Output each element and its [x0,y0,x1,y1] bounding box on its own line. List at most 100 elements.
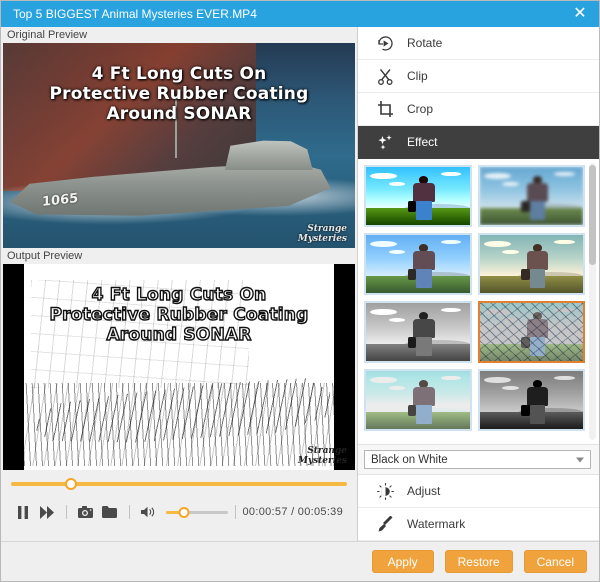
tool-item-label: Rotate [407,36,442,50]
effect-grid [358,159,599,437]
close-icon[interactable]: ✕ [569,3,591,25]
effect-thumbnail-gray[interactable] [364,301,472,363]
person-figure [525,176,550,219]
effect-thumbnail-blur[interactable] [478,165,586,227]
bag [521,269,529,280]
bag [408,337,416,348]
effect-thumbnail-bright[interactable] [364,369,472,431]
tool-item-adjust[interactable]: Adjust [358,475,599,508]
original-preview-video[interactable]: 1065 4 Ft Long Cuts On Protective Rubber… [3,43,355,248]
cloud-icon [484,173,511,179]
camera-icon[interactable] [74,501,98,523]
channel-watermark: Strange Mysteries [298,225,347,244]
transport-controls: 00:00:57 / 00:05:39 [1,470,357,541]
effect-preset-row: Black on White [358,445,599,475]
tool-panel: Rotate Clip Crop Effect [357,27,599,541]
effects-scrollbar[interactable] [589,163,596,440]
torso [527,387,549,406]
effect-thumbnail-image [480,371,584,429]
preview-column: Original Preview 1065 4 Ft Long Cuts On … [1,27,357,541]
legs [416,405,432,424]
rotate-icon [372,35,398,52]
torso [413,319,435,338]
bag [521,405,529,416]
effect-thumbnail-contrast[interactable] [478,369,586,431]
cloud-icon [389,318,406,322]
cloud-icon [554,172,575,177]
torso [527,183,549,202]
output-preview-label: Output Preview [1,248,357,264]
effect-thumbnail-warm[interactable] [478,233,586,295]
tool-item-label: Watermark [407,517,465,531]
effect-preset-value: Black on White [371,454,448,466]
person-figure [412,380,437,423]
cloud-icon [484,241,511,247]
legs [530,405,546,424]
original-preview-label: Original Preview [1,27,357,43]
scissors-icon [372,68,398,85]
output-channel-watermark: Strange Mysteries [298,447,347,466]
volume-thumb[interactable] [179,507,190,518]
playback-button-row: 00:00:57 / 00:05:39 [11,501,347,523]
caption-line-2: Protective Rubber Coating [3,84,355,104]
window-title: Top 5 BIGGEST Animal Mysteries EVER.MP4 [13,7,569,21]
tool-item-watermark[interactable]: Watermark [358,508,599,541]
speaker-icon[interactable] [137,501,161,523]
bag [408,405,416,416]
brightness-icon [372,483,398,500]
video-editor-window: Top 5 BIGGEST Animal Mysteries EVER.MP4 … [0,0,600,582]
effect-thumbnail-image [366,235,470,293]
seek-thumb[interactable] [65,478,77,490]
restore-button[interactable]: Restore [445,550,513,573]
output-caption-line-1: 4 Ft Long Cuts On [3,285,355,305]
tool-item-clip[interactable]: Clip [358,60,599,93]
seek-slider[interactable] [11,476,347,492]
divider [129,505,130,519]
watermark-line-2: Mysteries [298,235,347,244]
caption-line-3: Around SONAR [3,104,355,124]
output-preview-video[interactable]: 4 Ft Long Cuts On Protective Rubber Coat… [3,264,355,470]
effect-thumbnail-image [366,167,470,225]
cancel-button[interactable]: Cancel [524,550,587,573]
effect-thumbnail-sketch[interactable] [478,301,586,363]
person-figure [525,380,550,423]
tool-item-effect[interactable]: Effect [358,126,599,159]
cloud-icon [389,182,406,186]
output-caption-line-2: Protective Rubber Coating [3,305,355,325]
chevron-down-icon [576,457,584,462]
legs [530,269,546,288]
output-watermark-line-2: Mysteries [298,457,347,466]
caption-line-1: 4 Ft Long Cuts On [3,64,355,84]
tool-item-label: Crop [407,102,433,116]
cloud-icon [554,240,575,245]
brush-icon [372,516,398,533]
tool-item-crop[interactable]: Crop [358,93,599,126]
effect-thumbnail-image [366,371,470,429]
person-figure [412,244,437,287]
tool-item-label: Effect [407,135,437,149]
crop-icon [372,101,398,118]
cloud-icon [502,386,519,390]
legs [416,201,432,220]
effect-thumbnail-vivid[interactable] [364,233,472,295]
effect-thumbnail-image [366,303,470,361]
pause-icon[interactable] [11,501,35,523]
bag [408,269,416,280]
cloud-icon [389,386,406,390]
sketch-overlay [480,303,584,361]
tool-item-label: Adjust [407,484,440,498]
fast-forward-icon[interactable] [35,501,59,523]
effects-scrollbar-thumb[interactable] [589,165,596,265]
effect-preset-select[interactable]: Black on White [364,450,591,469]
bag [521,201,529,212]
torso [413,251,435,270]
volume-slider[interactable] [166,505,228,519]
person-figure [412,312,437,355]
tool-item-label: Clip [407,69,428,83]
tool-item-rotate[interactable]: Rotate [358,27,599,60]
apply-button[interactable]: Apply [372,550,434,573]
folder-icon[interactable] [98,501,122,523]
cloud-icon [389,250,406,254]
torso [413,183,435,202]
effect-thumbnail-original[interactable] [364,165,472,227]
